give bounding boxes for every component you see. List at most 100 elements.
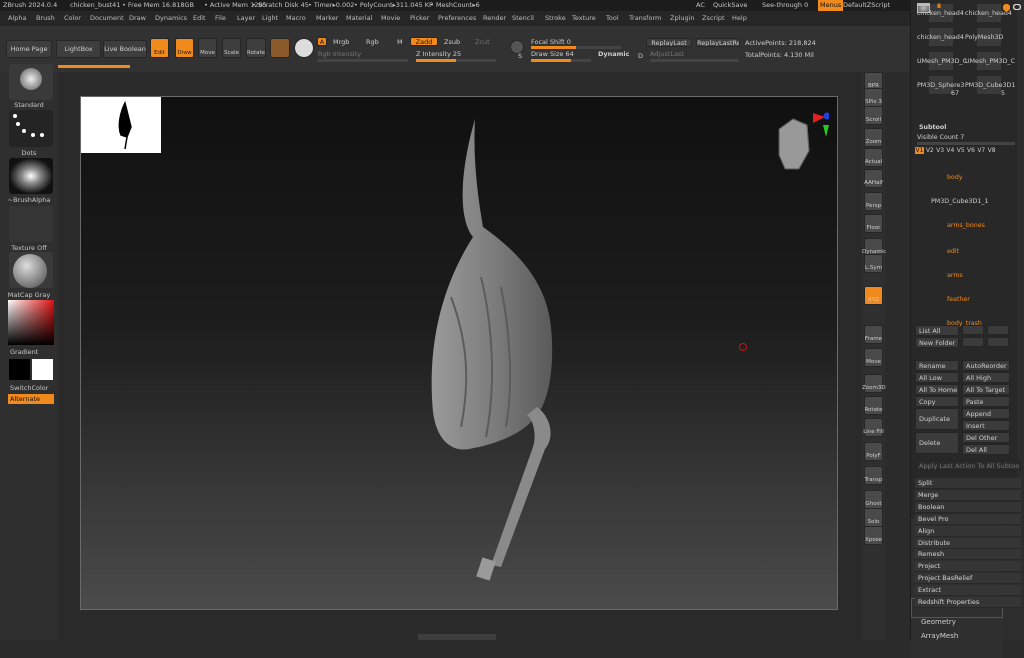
menu-help[interactable]: Help xyxy=(732,11,747,26)
move-button[interactable]: Move xyxy=(198,38,217,58)
menu-texture[interactable]: Texture xyxy=(572,11,596,26)
menu-stencil[interactable]: Stencil xyxy=(512,11,534,26)
default-zscript[interactable]: DefaultZScript xyxy=(843,0,890,11)
rotate-button[interactable]: Rotate xyxy=(246,38,266,58)
edit-button[interactable]: Edit xyxy=(150,38,169,58)
visibility-tab-v4[interactable]: V4 xyxy=(946,147,955,154)
menu-project-basrelief[interactable]: Project BasRelief xyxy=(915,573,1021,585)
del-all-button[interactable]: Del All xyxy=(962,444,1010,455)
replaylast-button[interactable]: ReplayLast xyxy=(646,38,692,47)
menu-light[interactable]: Light xyxy=(262,11,278,26)
zsub-button[interactable]: Zsub xyxy=(444,38,460,46)
eye-icon[interactable] xyxy=(1013,4,1021,10)
tool-label[interactable]: PolyMesh3D xyxy=(965,34,1003,41)
menu-picker[interactable]: Picker xyxy=(410,11,429,26)
material-thumbnail[interactable] xyxy=(9,252,53,288)
lightbox-button[interactable]: LightBox xyxy=(56,40,101,58)
see-through-slider[interactable]: See-through 0 xyxy=(762,0,808,11)
quicksave-button[interactable]: QuickSave xyxy=(713,0,747,11)
menu-macro[interactable]: Macro xyxy=(286,11,306,26)
visibility-tab-v2[interactable]: V2 xyxy=(925,147,934,154)
menu-movie[interactable]: Movie xyxy=(381,11,400,26)
append-button[interactable]: Append xyxy=(962,408,1010,419)
m-button[interactable]: M xyxy=(397,38,403,46)
menu-boolean[interactable]: Boolean xyxy=(915,501,1021,513)
bottom-tray-handle[interactable] xyxy=(418,634,496,640)
visibility-tab-v1[interactable]: V1 xyxy=(915,147,924,154)
viewport[interactable] xyxy=(80,96,838,610)
texture-thumbnail[interactable] xyxy=(9,206,53,242)
all-low-button[interactable]: All Low xyxy=(915,372,959,383)
menu-color[interactable]: Color xyxy=(64,11,81,26)
alternate-button[interactable]: Alternate xyxy=(8,394,54,404)
menu-zscript[interactable]: Zscript xyxy=(702,11,725,26)
menu-preferences[interactable]: Preferences xyxy=(438,11,476,26)
arraymesh-palette[interactable]: ArrayMesh xyxy=(921,632,958,640)
mrgb-button[interactable]: Mrgb xyxy=(333,38,349,46)
menu-merge[interactable]: Merge xyxy=(915,489,1021,501)
menu-alpha[interactable]: Alpha xyxy=(8,11,26,26)
list-all-button[interactable]: List All xyxy=(915,325,959,336)
menu-file[interactable]: File xyxy=(215,11,226,26)
autoreorder-button[interactable]: AutoReorder xyxy=(962,360,1010,371)
focal-shift-slider[interactable] xyxy=(531,46,621,49)
del-other-button[interactable]: Del Other xyxy=(962,432,1010,443)
subtool-row[interactable]: 6 xyxy=(911,3,1021,658)
all-to-home-button[interactable]: All To Home xyxy=(915,384,959,395)
dynamic-button[interactable]: Dynamic xyxy=(598,50,630,58)
color-picker[interactable] xyxy=(8,300,54,345)
menu-material[interactable]: Material xyxy=(346,11,372,26)
apply-last-action-button[interactable]: Apply Last Action To All Subtools xyxy=(915,460,1021,471)
scale-button[interactable]: Scale xyxy=(222,38,241,58)
zcut-button[interactable]: Zcut xyxy=(475,38,490,46)
material-sphere-icon[interactable] xyxy=(270,38,290,58)
zadd-button[interactable]: Zadd xyxy=(410,37,438,46)
menu-brush[interactable]: Brush xyxy=(36,11,55,26)
a-button[interactable]: A xyxy=(317,37,327,46)
settings-gear-icon[interactable] xyxy=(1003,4,1010,11)
menu-document[interactable]: Document xyxy=(90,11,124,26)
visibility-tab-v3[interactable]: V3 xyxy=(936,147,945,154)
rgb-intensity-slider[interactable] xyxy=(318,59,408,62)
stroke-thumbnail[interactable] xyxy=(9,110,53,147)
tool-label[interactable]: chicken_head4 xyxy=(965,10,1012,17)
secondary-color-swatch[interactable] xyxy=(32,359,53,380)
adjustlast-slider[interactable] xyxy=(650,59,738,62)
navigation-cube[interactable] xyxy=(769,111,831,181)
replaylastrel-button[interactable]: ReplayLastRel xyxy=(696,38,740,47)
menu-tool[interactable]: Tool xyxy=(606,11,619,26)
menu-bevel-pro[interactable]: Bevel Pro xyxy=(915,513,1021,525)
menu-dynamics[interactable]: Dynamics xyxy=(155,11,187,26)
menu-redshift-properties[interactable]: Redshift Properties xyxy=(915,597,1021,608)
tool-label[interactable]: UMesh_PM3D_C xyxy=(917,58,967,65)
draw-button[interactable]: Draw xyxy=(175,38,194,58)
visible-count-slider[interactable] xyxy=(917,142,1015,145)
menu-align[interactable]: Align xyxy=(915,525,1021,537)
menu-render[interactable]: Render xyxy=(483,11,506,26)
menu-extract[interactable]: Extract xyxy=(915,585,1021,597)
menu-distribute[interactable]: Distribute xyxy=(915,537,1021,549)
visibility-tab-v6[interactable]: V6 xyxy=(967,147,976,154)
tool-label[interactable]: UMesh_PM3D_C xyxy=(965,58,1015,65)
move-up-icon[interactable] xyxy=(962,337,984,347)
arrow-up-icon[interactable] xyxy=(962,325,984,335)
menu-transform[interactable]: Transform xyxy=(629,11,661,26)
tool-label[interactable]: chicken_head4 xyxy=(917,34,964,41)
rename-button[interactable]: Rename xyxy=(915,360,959,371)
z-intensity-slider[interactable] xyxy=(416,59,496,62)
arrow-down-icon[interactable] xyxy=(987,325,1009,335)
insert-button[interactable]: Insert xyxy=(962,420,1010,431)
paste-button[interactable]: Paste xyxy=(962,396,1010,407)
menu-remesh[interactable]: Remesh xyxy=(915,549,1021,561)
duplicate-button[interactable]: Duplicate xyxy=(915,408,959,430)
visibility-tab-v7[interactable]: V7 xyxy=(977,147,986,154)
menu-stroke[interactable]: Stroke xyxy=(545,11,566,26)
rgb-button[interactable]: Rgb xyxy=(366,38,379,46)
visibility-tab-v5[interactable]: V5 xyxy=(956,147,965,154)
main-color-swatch[interactable] xyxy=(9,359,30,380)
menu-zplugin[interactable]: Zplugin xyxy=(670,11,695,26)
menu-layer[interactable]: Layer xyxy=(237,11,255,26)
copy-button[interactable]: Copy xyxy=(915,396,959,407)
geometry-palette[interactable]: Geometry xyxy=(921,618,956,626)
tool-label[interactable]: PM3D_Sphere3 xyxy=(917,82,964,89)
